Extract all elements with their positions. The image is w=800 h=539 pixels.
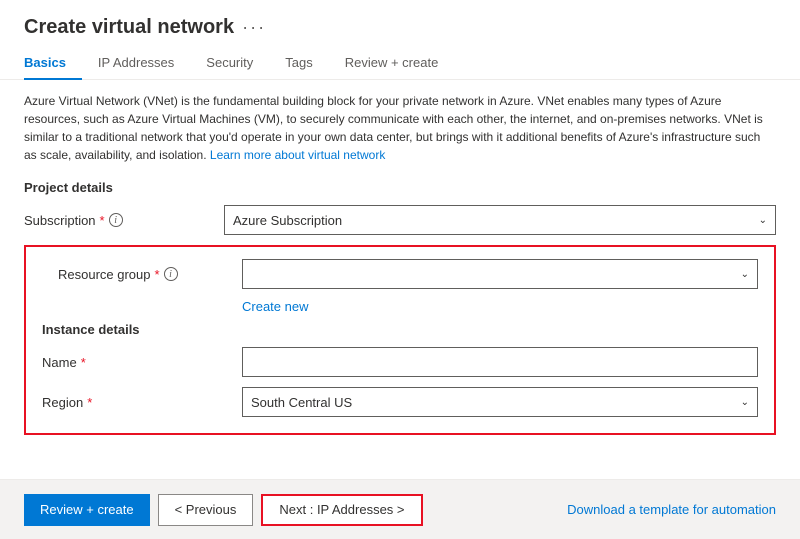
resource-group-row: Resource group * i ⌄ xyxy=(42,259,758,289)
review-create-button[interactable]: Review + create xyxy=(24,494,150,526)
name-row: Name * xyxy=(42,347,758,377)
main-content: Azure Virtual Network (VNet) is the fund… xyxy=(0,80,800,479)
region-select[interactable]: South Central US ⌄ xyxy=(242,387,758,417)
subscription-row: Subscription * i Azure Subscription ⌄ xyxy=(24,205,776,235)
highlighted-section: Resource group * i ⌄ Create new Instance… xyxy=(24,245,776,435)
region-label: Region * xyxy=(42,395,242,410)
region-dropdown-icon: ⌄ xyxy=(741,397,749,408)
create-new-link[interactable]: Create new xyxy=(242,299,758,314)
name-control xyxy=(242,347,758,377)
resource-group-required: * xyxy=(155,267,160,282)
footer: Review + create < Previous Next : IP Add… xyxy=(0,479,800,539)
subscription-select[interactable]: Azure Subscription ⌄ xyxy=(224,205,776,235)
tab-review-create[interactable]: Review + create xyxy=(329,47,455,80)
name-input[interactable] xyxy=(242,347,758,377)
previous-button[interactable]: < Previous xyxy=(158,494,254,526)
download-template-link[interactable]: Download a template for automation xyxy=(567,502,776,517)
resource-group-info-icon[interactable]: i xyxy=(164,267,178,281)
region-row: Region * South Central US ⌄ xyxy=(42,387,758,417)
subscription-required: * xyxy=(100,213,105,228)
tab-basics[interactable]: Basics xyxy=(24,47,82,80)
description-text: Azure Virtual Network (VNet) is the fund… xyxy=(24,92,776,164)
subscription-dropdown-icon: ⌄ xyxy=(759,215,767,226)
name-label: Name * xyxy=(42,355,242,370)
learn-more-link[interactable]: Learn more about virtual network xyxy=(210,148,385,162)
project-details-title: Project details xyxy=(24,180,776,195)
resource-group-dropdown-icon: ⌄ xyxy=(741,269,749,280)
subscription-info-icon[interactable]: i xyxy=(109,213,123,227)
instance-details-title: Instance details xyxy=(42,322,758,337)
subscription-control: Azure Subscription ⌄ xyxy=(224,205,776,235)
tab-tags[interactable]: Tags xyxy=(269,47,328,80)
resource-group-control: ⌄ xyxy=(242,259,758,289)
tab-bar: Basics IP Addresses Security Tags Review… xyxy=(0,47,800,80)
project-details-section: Project details Subscription * i Azure S… xyxy=(24,180,776,435)
region-control: South Central US ⌄ xyxy=(242,387,758,417)
region-required: * xyxy=(87,395,92,410)
resource-group-select[interactable]: ⌄ xyxy=(242,259,758,289)
resource-group-label: Resource group * i xyxy=(42,267,242,282)
tab-security[interactable]: Security xyxy=(190,47,269,80)
next-button[interactable]: Next : IP Addresses > xyxy=(261,494,422,526)
subscription-label: Subscription * i xyxy=(24,213,224,228)
tab-ip-addresses[interactable]: IP Addresses xyxy=(82,47,190,80)
page-title: Create virtual network xyxy=(24,16,234,39)
more-options-icon[interactable]: ··· xyxy=(242,17,266,38)
name-required: * xyxy=(81,355,86,370)
